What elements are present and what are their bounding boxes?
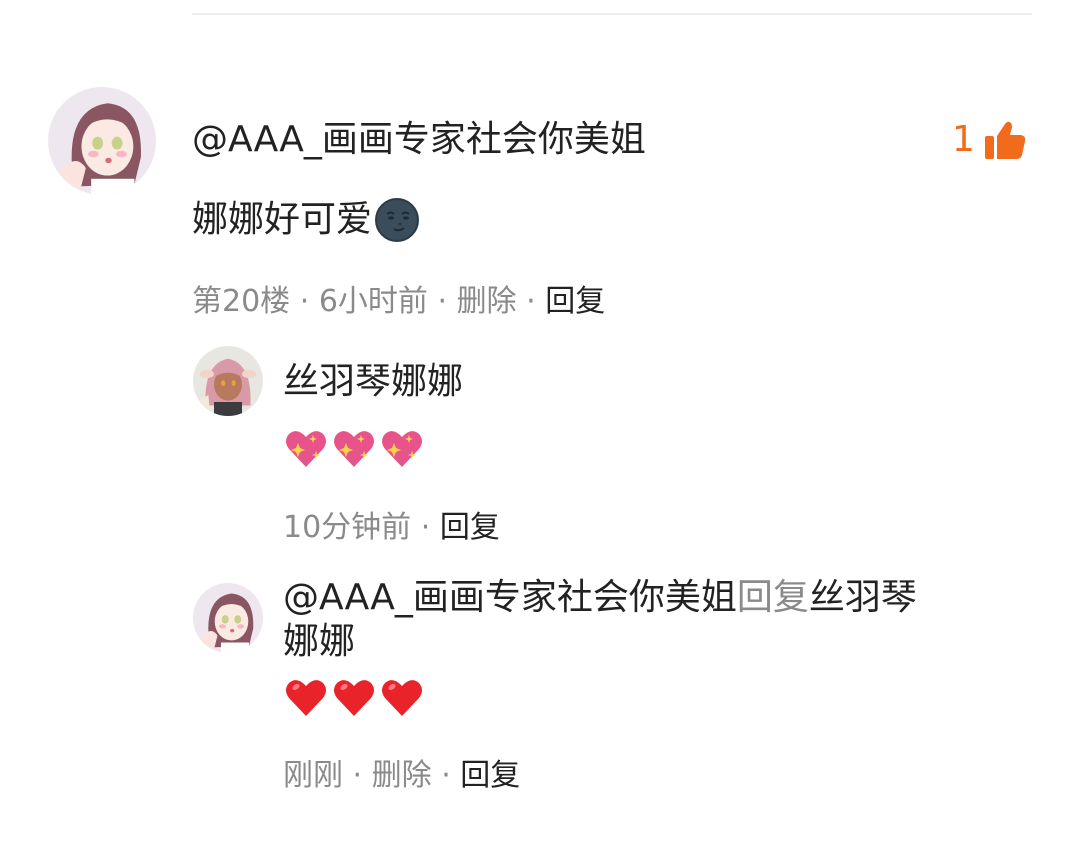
comment-text: 娜娜好可爱	[192, 196, 422, 244]
reply-content	[283, 674, 427, 720]
red-heart-emoji	[283, 674, 329, 720]
reply-time: 刚刚	[283, 758, 343, 793]
comment-time: 6小时前	[318, 284, 428, 319]
reply-target-name-cont[interactable]: 娜娜	[283, 621, 355, 662]
meta-separator: ·	[299, 284, 310, 319]
reply-author-name[interactable]: @AAA_画画专家社会你美姐	[283, 577, 737, 618]
reply-content	[283, 425, 427, 471]
sparkling-heart-emoji	[283, 425, 329, 471]
anime-girl-avatar-image	[48, 87, 156, 195]
new-moon-face-emoji	[374, 197, 420, 243]
meta-separator: ·	[420, 510, 431, 545]
delete-link[interactable]: 删除	[372, 758, 432, 793]
red-heart-emoji	[379, 674, 425, 720]
floor-number: 第20楼	[192, 284, 291, 319]
comment-meta: 第20楼 · 6小时前 · 删除 · 回复	[192, 282, 605, 322]
avatar[interactable]	[193, 583, 263, 653]
like-count: 1	[952, 119, 975, 160]
reply-to-label: 回复	[736, 577, 809, 618]
reply-link[interactable]: 回复	[460, 758, 520, 793]
red-heart-emoji	[331, 674, 377, 720]
meta-separator: ·	[441, 758, 451, 793]
like-button[interactable]: 1	[952, 118, 1027, 162]
anime-girl-avatar-image	[193, 583, 263, 653]
avatar[interactable]	[193, 346, 263, 416]
thumbs-up-icon	[983, 118, 1027, 162]
pink-hair-girl-avatar-image	[193, 346, 263, 416]
reply-meta: 10分钟前 · 回复	[283, 508, 500, 548]
reply-link[interactable]: 回复	[440, 510, 500, 545]
meta-separator: ·	[526, 284, 536, 319]
reply-link[interactable]: 回复	[545, 284, 605, 319]
sparkling-heart-emoji	[331, 425, 377, 471]
comment-text-body: 娜娜好可爱	[192, 199, 373, 240]
meta-separator: ·	[352, 758, 363, 793]
reply-header-line-1: @AAA_画画专家社会你美姐回复丝羽琴	[283, 576, 917, 620]
reply-header-line-2: 娜娜	[283, 620, 355, 664]
top-divider	[192, 13, 1032, 15]
reply-meta: 刚刚 · 删除 · 回复	[283, 756, 520, 796]
reply-author-name[interactable]: 丝羽琴娜娜	[283, 360, 463, 404]
comment-author-name[interactable]: @AAA_画画专家社会你美姐	[192, 118, 646, 162]
delete-link[interactable]: 删除	[457, 284, 517, 319]
avatar[interactable]	[48, 87, 156, 195]
meta-separator: ·	[437, 284, 448, 319]
reply-time: 10分钟前	[283, 510, 412, 545]
reply-target-name[interactable]: 丝羽琴	[809, 577, 917, 618]
sparkling-heart-emoji	[379, 425, 425, 471]
